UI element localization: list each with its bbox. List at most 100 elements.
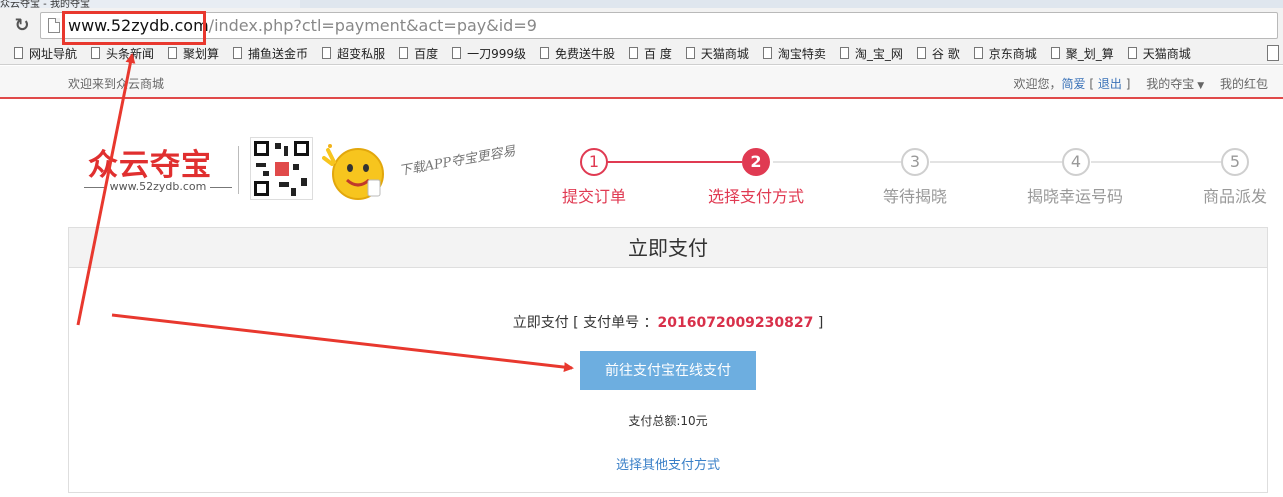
site-topbar: 欢迎来到众云商城 欢迎您，简爱 [ 退出 ] 我的夺宝 ▼ 我的红包 bbox=[0, 66, 1283, 99]
bookmark-label: 捕鱼送金币 bbox=[248, 46, 309, 61]
bookmark-page-icon bbox=[839, 47, 849, 59]
step-connector bbox=[773, 161, 901, 163]
address-bar[interactable]: www.52zydb.com/index.php?ctl=payment&act… bbox=[40, 12, 1278, 39]
logo-url: www.52zydb.com bbox=[78, 180, 238, 193]
step-3-circle: 3 bbox=[901, 148, 929, 176]
step-4-circle: 4 bbox=[1062, 148, 1090, 176]
other-payment-method-link[interactable]: 选择其他支付方式 bbox=[69, 454, 1267, 473]
payment-panel: 立即支付 立即支付 [ 支付单号 ：2016072009230827 ] 前往支… bbox=[68, 227, 1268, 493]
bookmark-label: 聚_划_算 bbox=[1065, 46, 1114, 61]
bookmark-page-icon bbox=[916, 47, 926, 59]
payment-total: 支付总额:10元 bbox=[628, 414, 708, 428]
my-hongbao-link[interactable]: 我的红包 bbox=[1220, 77, 1268, 91]
bookmark-item[interactable]: 免费送牛股 bbox=[540, 45, 615, 62]
step-1-label: 提交订单 bbox=[562, 187, 627, 206]
bookmark-page-icon bbox=[685, 47, 695, 59]
step-5-circle: 5 bbox=[1221, 148, 1249, 176]
logo-divider bbox=[238, 146, 239, 194]
bookmark-item[interactable]: 一刀999级 bbox=[452, 45, 526, 62]
step-connector bbox=[594, 161, 742, 163]
panel-title: 立即支付 bbox=[69, 228, 1267, 268]
bookmark-page-icon bbox=[168, 47, 178, 59]
bookmark-label: 天猫商城 bbox=[1142, 46, 1191, 61]
step-5-label: 商品派发 bbox=[1203, 187, 1268, 206]
bookmark-label: 头条新闻 bbox=[106, 46, 155, 61]
order-suffix: ] bbox=[813, 315, 824, 331]
bookmarks-more-icon[interactable] bbox=[1267, 45, 1279, 61]
bookmark-label: 聚划算 bbox=[183, 46, 220, 61]
bookmark-item[interactable]: 天猫商城 bbox=[685, 45, 749, 62]
step-connector bbox=[1091, 161, 1221, 163]
bookmark-item[interactable]: 百度 bbox=[399, 45, 438, 62]
bookmark-label: 天猫商城 bbox=[700, 46, 749, 61]
bookmark-item[interactable]: 头条新闻 bbox=[91, 45, 154, 62]
bookmark-item[interactable]: 天猫商城 bbox=[1127, 45, 1191, 62]
greeting-text: 欢迎您， bbox=[1013, 77, 1062, 91]
step-2-circle: 2 bbox=[742, 148, 770, 176]
url-path: /index.php?ctl=payment&act=pay&id=9 bbox=[208, 16, 537, 35]
bookmark-label: 免费送牛股 bbox=[555, 46, 616, 61]
step-connector bbox=[930, 161, 1062, 163]
bookmark-label: 超变私服 bbox=[337, 46, 386, 61]
bookmark-label: 京东商城 bbox=[988, 46, 1037, 61]
bracket-close: ] bbox=[1125, 77, 1131, 91]
bookmark-page-icon bbox=[452, 47, 462, 59]
browser-tab[interactable]: 众云夺宝 - 我的夺宝 bbox=[0, 0, 300, 10]
step-1-circle: 1 bbox=[580, 148, 608, 176]
logo-text: 众云夺宝 bbox=[88, 148, 212, 183]
bookmark-label: 淘宝特卖 bbox=[777, 46, 826, 61]
bookmark-page-icon bbox=[91, 47, 101, 59]
caret-down-icon: ▼ bbox=[1197, 81, 1205, 91]
bracket-open: [ bbox=[1089, 77, 1095, 91]
download-app-slogan: 下载APP夺宝更容易 bbox=[397, 143, 517, 180]
site-logo[interactable]: 众云夺宝 www.52zydb.com bbox=[78, 140, 238, 200]
my-duobao-label: 我的夺宝 bbox=[1146, 77, 1195, 91]
reload-icon[interactable]: ↻ bbox=[10, 15, 34, 37]
bookmark-page-icon bbox=[233, 47, 243, 59]
step-2-label: 选择支付方式 bbox=[708, 187, 805, 206]
bookmark-page-icon bbox=[322, 47, 332, 59]
step-4-label: 揭晓幸运号码 bbox=[1027, 187, 1124, 206]
mascot-smiley-icon bbox=[322, 144, 384, 200]
bookmark-item[interactable]: 淘宝特卖 bbox=[762, 45, 826, 62]
annotation-highlight-box bbox=[62, 11, 206, 45]
alipay-pay-button[interactable]: 前往支付宝在线支付 bbox=[580, 351, 756, 390]
bookmark-item[interactable]: 超变私服 bbox=[322, 45, 385, 62]
username-link[interactable]: 简爱 bbox=[1062, 77, 1086, 91]
order-number: 2016072009230827 bbox=[657, 315, 814, 331]
bookmark-label: 淘_宝_网 bbox=[854, 46, 903, 61]
order-info-line: 立即支付 [ 支付单号 ：2016072009230827 ] bbox=[69, 312, 1267, 332]
bookmark-page-icon bbox=[540, 47, 549, 59]
bookmark-page-icon bbox=[973, 47, 983, 59]
page-icon bbox=[48, 18, 60, 33]
bookmark-item[interactable]: 聚_划_算 bbox=[1050, 45, 1114, 62]
bookmark-page-icon bbox=[399, 47, 409, 59]
my-duobao-menu[interactable]: 我的夺宝 ▼ bbox=[1146, 77, 1204, 91]
bookmark-page-icon bbox=[1050, 47, 1060, 59]
bookmark-page-icon bbox=[629, 47, 639, 59]
bookmark-item[interactable]: 百 度 bbox=[629, 45, 672, 62]
bookmark-page-icon bbox=[762, 47, 772, 59]
bookmark-item[interactable]: 聚划算 bbox=[168, 45, 219, 62]
bookmark-page-icon bbox=[14, 47, 23, 59]
bookmark-item[interactable]: 京东商城 bbox=[973, 45, 1037, 62]
bookmark-label: 百 度 bbox=[644, 46, 672, 61]
bookmark-page-icon bbox=[1127, 47, 1137, 59]
bookmark-item[interactable]: 网址导航 bbox=[14, 45, 77, 62]
order-prefix: 立即支付 [ 支付单号 ： bbox=[512, 315, 658, 331]
welcome-text: 欢迎来到众云商城 bbox=[68, 77, 165, 91]
bookmark-item[interactable]: 谷 歌 bbox=[916, 45, 960, 62]
bookmarks-bar: 网址导航 头条新闻 聚划算 捕鱼送金币 超变私服 百度 一刀999级 免费送牛股… bbox=[0, 42, 1283, 65]
logout-link[interactable]: 退出 bbox=[1098, 77, 1122, 91]
bookmark-item[interactable]: 捕鱼送金币 bbox=[233, 45, 308, 62]
bookmark-label: 一刀999级 bbox=[467, 46, 526, 61]
user-area: 欢迎您，简爱 [ 退出 ] 我的夺宝 ▼ 我的红包 bbox=[1013, 75, 1268, 92]
bookmark-label: 百度 bbox=[414, 46, 439, 61]
bookmark-label: 谷 歌 bbox=[931, 46, 960, 61]
order-progress-steps: 1 提交订单 2 选择支付方式 3 等待揭晓 4 揭晓幸运号码 5 商品派发 bbox=[560, 148, 1283, 208]
step-3-label: 等待揭晓 bbox=[883, 187, 948, 206]
bookmark-item[interactable]: 淘_宝_网 bbox=[839, 45, 903, 62]
bookmark-label: 网址导航 bbox=[29, 46, 78, 61]
qr-code-image bbox=[250, 137, 313, 200]
browser-tab-strip: 众云夺宝 - 我的夺宝 bbox=[0, 0, 1283, 10]
